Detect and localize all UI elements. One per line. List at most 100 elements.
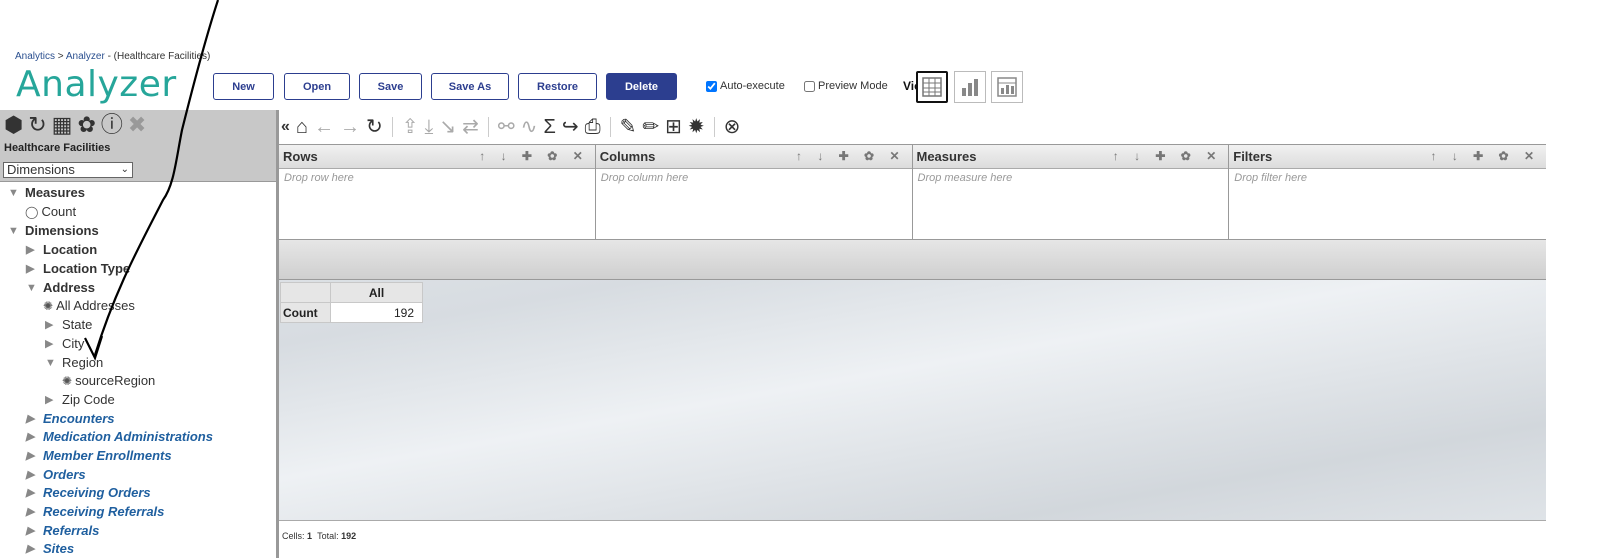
export-icon[interactable]: ⇪	[402, 116, 419, 138]
measures-zone[interactable]: Measures ↑ ↓ ✚ ✿ ✕ Drop measure here	[912, 145, 1230, 239]
tree-node-address[interactable]: ▼ Address	[26, 280, 95, 295]
columns-zone-header: Columns ↑ ↓ ✚ ✿ ✕	[595, 145, 912, 169]
tree-node-referrals[interactable]: ▶ Referrals	[26, 523, 99, 538]
refresh-icon[interactable]: ↻	[28, 113, 46, 137]
drill-down-icon[interactable]: ↘	[439, 116, 456, 138]
restore-button[interactable]: Restore	[518, 73, 597, 100]
count-icon: ◯	[25, 204, 39, 219]
wrench-icon[interactable]: ✎	[620, 116, 637, 138]
auto-execute-checkbox[interactable]	[706, 80, 717, 92]
pivot-value-cell[interactable]: 192	[330, 302, 423, 323]
print-icon[interactable]: ⎙	[585, 116, 601, 138]
tree-node-state[interactable]: ▶ State	[45, 317, 92, 332]
table-view-button[interactable]	[916, 71, 948, 103]
tree-node-dimensions[interactable]: ▼ Dimensions	[8, 223, 99, 238]
home-icon[interactable]: ⌂	[296, 116, 308, 138]
collapse-icon[interactable]: ▼	[26, 282, 43, 294]
expand-icon[interactable]: ▶	[45, 337, 62, 350]
sun-icon[interactable]: ✹	[688, 116, 705, 138]
gear-icon[interactable]: ✿	[77, 113, 95, 137]
tree-node-receiving-referrals[interactable]: ▶ Receiving Referrals	[26, 504, 164, 519]
expand-icon[interactable]: ▶	[26, 505, 43, 518]
open-button[interactable]: Open	[284, 73, 350, 100]
collapse-icon[interactable]: ▼	[8, 187, 25, 199]
chart-line-icon[interactable]: ⊞	[665, 116, 682, 138]
filters-zone[interactable]: Filters ↑ ↓ ✚ ✿ ✕ Drop filter here	[1229, 145, 1546, 239]
tree-node-measures[interactable]: ▼ Measures	[8, 185, 85, 200]
expand-icon[interactable]: ▶	[26, 468, 43, 481]
dimension-selector[interactable]: Dimensions ⌄	[3, 162, 133, 178]
tree-node-receiving-orders[interactable]: ▶ Receiving Orders	[26, 485, 151, 500]
preview-mode-checkbox[interactable]	[804, 80, 815, 92]
tree-node-encounters[interactable]: ▶ Encounters	[26, 411, 115, 426]
tree-node-member-enrollments[interactable]: ▶ Member Enrollments	[26, 448, 172, 463]
pivot-row-header[interactable]: Count	[280, 302, 331, 323]
tree-node-sites[interactable]: ▶ Sites	[26, 541, 74, 556]
tree-node-location[interactable]: ▶ Location	[26, 242, 97, 257]
expand-icon[interactable]: ▶	[45, 318, 62, 331]
forward-arrow-icon[interactable]: →	[340, 116, 360, 138]
delete-button[interactable]: Delete	[606, 73, 677, 100]
close-circle-icon[interactable]: ⊗	[724, 116, 741, 138]
expand-icon[interactable]: ▶	[26, 430, 43, 443]
breadcrumb-analyzer[interactable]: Analyzer	[66, 51, 105, 62]
back-arrow-icon[interactable]: ←	[314, 116, 334, 138]
save-as-button[interactable]: Save As	[431, 73, 509, 100]
tree-node-medication-administrations[interactable]: ▶ Medication Administrations	[26, 429, 213, 444]
collapse-icon[interactable]: ▼	[8, 225, 25, 237]
cube-icon[interactable]: ⬢	[4, 113, 23, 137]
pencil-icon[interactable]: ✏	[642, 116, 659, 138]
left-panel: ⬢ ↻ ▦ ✿ ⓘ ✖ Healthcare Facilities Dimens…	[0, 110, 279, 558]
tree-node-source-region[interactable]: ✺ sourceRegion	[62, 373, 155, 388]
expand-icon[interactable]: ▶	[26, 524, 43, 537]
zone-controls-icons[interactable]: ↑ ↓ ✚ ✿ ✕	[1431, 149, 1541, 163]
save-button[interactable]: Save	[359, 73, 422, 100]
pivot-corner-cell	[280, 282, 331, 303]
close-icon[interactable]: ✖	[128, 113, 146, 137]
columns-zone[interactable]: Columns ↑ ↓ ✚ ✿ ✕ Drop column here	[595, 145, 913, 239]
tree-node-orders[interactable]: ▶ Orders	[26, 467, 86, 482]
info-icon[interactable]: ⓘ	[101, 113, 123, 137]
calculator-icon[interactable]: ▦	[52, 113, 73, 137]
collapse-panel-icon[interactable]: «	[281, 116, 290, 138]
formula-icon[interactable]: Σ	[543, 116, 555, 138]
tree-node-all-addresses[interactable]: ✺ All Addresses	[43, 298, 135, 313]
auto-execute-label: Auto-execute	[720, 80, 785, 92]
tree-node-count[interactable]: ◯ Count	[25, 204, 76, 219]
preview-mode-option: Preview Mode	[804, 80, 888, 92]
import-icon[interactable]: ⤓	[425, 116, 434, 138]
toolbar-divider	[391, 117, 393, 137]
zone-controls-icons[interactable]: ↑ ↓ ✚ ✿ ✕	[796, 149, 906, 163]
expand-icon[interactable]: ▶	[26, 412, 43, 425]
breadcrumb: Analytics > Analyzer - (Healthcare Facil…	[15, 51, 210, 62]
breadcrumb-analytics[interactable]: Analytics	[15, 51, 55, 62]
expand-icon[interactable]: ▶	[45, 393, 62, 406]
expand-icon[interactable]: ▶	[26, 486, 43, 499]
rows-zone[interactable]: Rows ↑ ↓ ✚ ✿ ✕ Drop row here	[279, 145, 596, 239]
zone-controls-icons[interactable]: ↑ ↓ ✚ ✿ ✕	[479, 149, 589, 163]
expand-icon[interactable]: ▶	[26, 243, 43, 256]
refresh-icon[interactable]: ↻	[366, 116, 383, 138]
tree-node-city[interactable]: ▶ City	[45, 336, 84, 351]
combined-view-button[interactable]	[991, 71, 1023, 103]
trend-line-icon[interactable]: ∿	[521, 116, 538, 138]
zone-controls-icons[interactable]: ↑ ↓ ✚ ✿ ✕	[1113, 149, 1223, 163]
collapse-icon[interactable]: ▼	[45, 357, 62, 369]
pivot-toolbar: « ⌂ ← → ↻ ⇪ ⤓ ↘ ⇄ ⚯ ∿ Σ ↪ ⎙ ✎ ✏ ⊞ ✹ ⊗	[279, 110, 1546, 144]
share-icon[interactable]: ↪	[562, 116, 579, 138]
expand-icon[interactable]: ▶	[26, 449, 43, 462]
expand-icon[interactable]: ▶	[26, 262, 43, 275]
pivot-column-header[interactable]: All	[330, 282, 423, 303]
expand-icon[interactable]: ▶	[26, 542, 43, 555]
swap-icon[interactable]: ⇄	[462, 116, 479, 138]
tree-node-zip-code[interactable]: ▶ Zip Code	[45, 392, 115, 407]
tree-node-location-type[interactable]: ▶ Location Type	[26, 261, 130, 276]
binoculars-icon[interactable]: ⚯	[498, 116, 515, 138]
new-button[interactable]: New	[213, 73, 274, 100]
chart-view-button[interactable]	[954, 71, 986, 103]
toolbar-divider	[609, 117, 611, 137]
filters-drop-placeholder: Drop filter here	[1234, 172, 1308, 184]
tree-node-region[interactable]: ▼ Region	[45, 355, 103, 370]
pivot-table: All Count 192	[280, 282, 423, 323]
top-blank-band	[0, 0, 1600, 48]
